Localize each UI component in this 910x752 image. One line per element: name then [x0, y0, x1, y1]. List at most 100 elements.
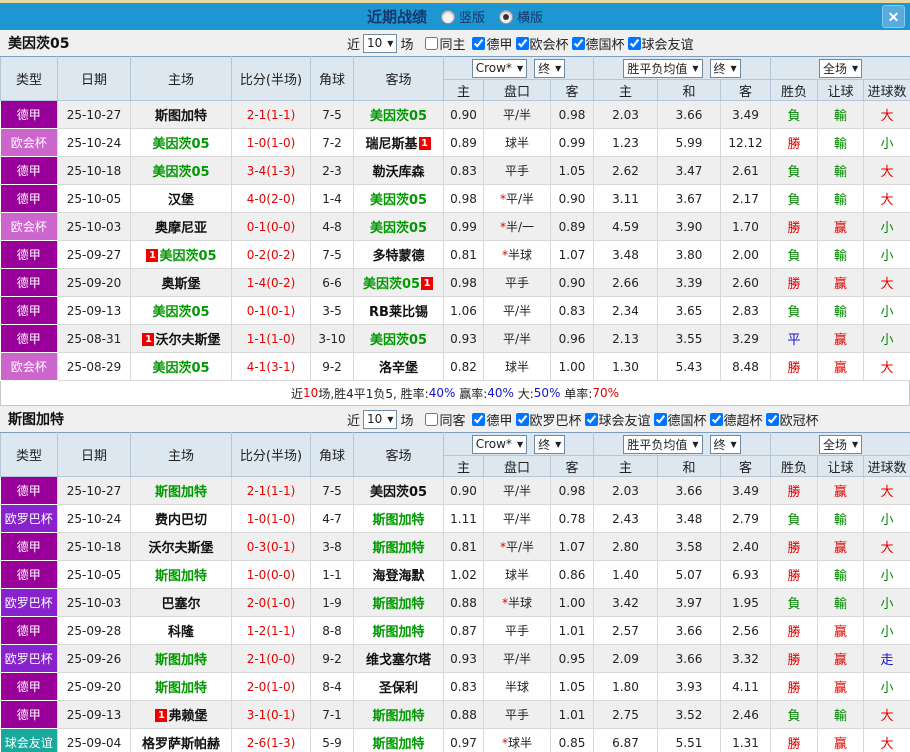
league-checkbox-input[interactable]: [472, 36, 486, 50]
same-venue-checkbox[interactable]: 同主: [422, 34, 465, 53]
mean-stage-select[interactable]: 终 ▼: [709, 58, 741, 78]
match-date: 25-10-05: [57, 560, 131, 589]
league-type: 德甲: [0, 240, 58, 269]
match-row: 欧罗巴杯 25-09-26 斯图加特 2-1(0-0) 9-2 维戈塞尔塔 0.93 平/半 0…: [0, 644, 910, 673]
mean-odds-select[interactable]: 胜平负均值 ▼: [623, 58, 703, 78]
mean-group-header: 胜平负均值 ▼ 终 ▼: [592, 56, 772, 80]
mean-home: 2.57: [593, 616, 658, 645]
result-winlose: 勝: [770, 476, 819, 505]
close-button[interactable]: ✕: [882, 5, 905, 28]
home-team: 科隆: [130, 616, 232, 645]
same-venue-checkbox-input[interactable]: [425, 412, 439, 426]
same-venue-checkbox[interactable]: 同客: [422, 410, 465, 429]
league-checkbox-input[interactable]: [571, 36, 585, 50]
scope-select[interactable]: 全场 ▼: [818, 434, 863, 454]
league-checkbox[interactable]: 德超杯: [707, 410, 763, 429]
result-goals: 走: [863, 644, 910, 673]
away-team: 美因茨05: [353, 324, 444, 353]
result-goals: 大: [863, 476, 910, 505]
league-type: 欧会杯: [0, 128, 58, 157]
match-count-select[interactable]: 10 ▼: [363, 33, 398, 53]
odds-stage-select[interactable]: 终 ▼: [534, 434, 566, 454]
away-team: 美因茨05 1: [353, 268, 444, 297]
match-row: 德甲 25-10-18 沃尔夫斯堡 0-3(0-1) 3-8 斯图加特 0.81 *平/半 1.…: [0, 532, 910, 561]
header-sub-goals: 进球数: [863, 79, 910, 101]
league-checkbox[interactable]: 欧会杯: [513, 34, 569, 53]
league-checkbox[interactable]: 球会友谊: [625, 34, 694, 53]
league-checkbox-input[interactable]: [515, 36, 529, 50]
result-winlose: 負: [770, 588, 819, 617]
match-date: 25-10-05: [57, 184, 131, 213]
mean-away: 1.70: [719, 212, 772, 241]
league-checkbox[interactable]: 德国杯: [569, 34, 625, 53]
league-checkbox-input[interactable]: [709, 412, 723, 426]
odds-away: 1.01: [550, 616, 594, 645]
scope-select[interactable]: 全场 ▼: [818, 58, 863, 78]
sections-container: 美因茨05 近 10 ▼ 场同主 德甲 欧会杯 德国杯 球会友谊 类型 日期 主场 比分(半场…: [0, 30, 910, 752]
mean-draw: 5.51: [657, 728, 721, 752]
league-type: 欧会杯: [0, 352, 58, 381]
result-goals: 大: [863, 100, 910, 129]
mean-stage-select[interactable]: 终 ▼: [709, 434, 741, 454]
mean-home: 2.09: [593, 644, 658, 673]
odds-away: 0.85: [550, 728, 594, 752]
header-col-score: 比分(半场): [231, 432, 311, 477]
home-team: 美因茨05: [130, 296, 232, 325]
league-checkbox[interactable]: 球会友谊: [582, 410, 651, 429]
league-type: 德甲: [0, 700, 58, 729]
bookmaker-select[interactable]: Crow* ▼: [471, 58, 528, 78]
header-col-away: 客场: [353, 432, 444, 477]
score: 2-1(1-1): [231, 100, 311, 129]
away-team: 斯图加特: [353, 504, 444, 533]
odds-stage-select[interactable]: 终 ▼: [534, 58, 566, 78]
away-team: 海登海默: [353, 560, 444, 589]
odds-handicap: 平/半: [483, 296, 551, 325]
header-sub-mean-home: 主: [593, 79, 658, 101]
league-checkbox[interactable]: 德甲: [469, 34, 513, 53]
league-checkbox-input[interactable]: [765, 412, 779, 426]
away-team: 斯图加特: [353, 588, 444, 617]
mean-group-header: 胜平负均值 ▼ 终 ▼: [592, 432, 772, 456]
league-checkbox-input[interactable]: [584, 412, 598, 426]
odds-away: 0.78: [550, 504, 594, 533]
chevron-down-icon: ▼: [516, 63, 524, 73]
mean-odds-select[interactable]: 胜平负均值 ▼: [623, 434, 703, 454]
result-goals: 小: [863, 616, 910, 645]
score: 3-1(0-1): [231, 700, 311, 729]
radio-horizontal-label[interactable]: 横版: [517, 7, 543, 26]
filter-bar: 近 10 ▼ 场同客 德甲 欧罗巴杯 球会友谊 德国杯 德超杯 欧冠杯: [344, 406, 819, 432]
odds-home: 0.87: [443, 616, 484, 645]
result-winlose: 勝: [770, 672, 819, 701]
match-row: 德甲 25-10-18 美因茨05 3-4(1-3) 2-3 勒沃库森 0.83 平手 1.05…: [0, 156, 910, 185]
league-checkbox[interactable]: 德甲: [469, 410, 513, 429]
header-col-score: 比分(半场): [231, 56, 311, 101]
result-handicap: 赢: [817, 212, 865, 241]
same-venue-checkbox-input[interactable]: [425, 36, 439, 50]
league-checkbox-input[interactable]: [627, 36, 641, 50]
result-winlose: 勝: [770, 212, 819, 241]
corner-score: 5-9: [310, 728, 354, 752]
league-type: 德甲: [0, 100, 58, 129]
red-card-badge: 1: [421, 277, 434, 290]
radio-horizontal[interactable]: [499, 9, 513, 24]
result-handicap: 輸: [817, 700, 865, 729]
chevron-down-icon: ▼: [730, 63, 737, 73]
radio-vertical[interactable]: [440, 9, 455, 24]
result-handicap: 輸: [817, 560, 865, 589]
league-checkbox[interactable]: 欧罗巴杯: [513, 410, 582, 429]
league-checkbox-input[interactable]: [653, 412, 667, 426]
score: 2-1(0-0): [231, 644, 311, 673]
league-checkbox[interactable]: 欧冠杯: [763, 410, 819, 429]
mean-draw: 5.07: [657, 560, 721, 589]
league-checkbox-input[interactable]: [472, 412, 486, 426]
bookmaker-select[interactable]: Crow* ▼: [471, 434, 528, 454]
league-checkbox-input[interactable]: [515, 412, 529, 426]
result-winlose: 負: [770, 296, 819, 325]
match-date: 25-09-28: [57, 616, 131, 645]
team-section: 美因茨05 近 10 ▼ 场同主 德甲 欧会杯 德国杯 球会友谊 类型 日期 主场 比分(半场…: [0, 30, 910, 406]
radio-vertical-label[interactable]: 竖版: [459, 7, 485, 26]
mean-home: 1.30: [593, 352, 658, 381]
match-count-select[interactable]: 10 ▼: [363, 409, 398, 429]
score: 2-0(1-0): [231, 672, 311, 701]
league-checkbox[interactable]: 德国杯: [651, 410, 707, 429]
